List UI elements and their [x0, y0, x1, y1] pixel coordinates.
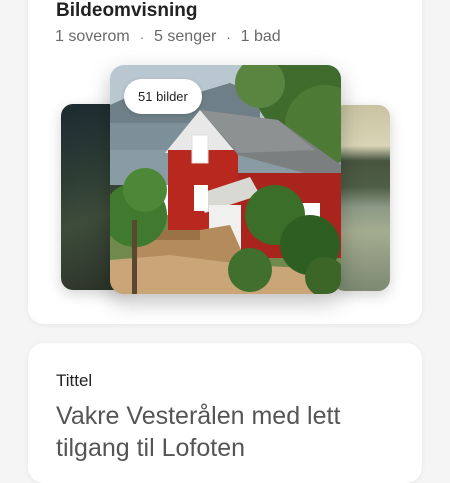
listing-title: Vakre Vesterålen med lett tilgang til Lo… — [56, 402, 341, 462]
photo-tour-heading: Bildeomvisning — [56, 0, 198, 21]
listing-specs: 1 soverom · 5 senger · 1 bad — [55, 28, 281, 46]
photo-count-badge[interactable]: 51 bilder — [124, 79, 202, 114]
baths-spec: 1 bad — [240, 28, 281, 45]
separator-dot: · — [226, 29, 231, 45]
title-label: Tittel — [56, 371, 93, 390]
photo-tour-card[interactable]: Bildeomvisning 1 soverom · 5 senger · 1 … — [28, 0, 422, 324]
bedrooms-spec: 1 soverom — [55, 28, 130, 45]
separator-dot: · — [139, 29, 145, 45]
title-card[interactable]: Tittel Vakre Vesterålen med lett tilgang… — [28, 343, 422, 483]
beds-spec: 5 senger — [154, 28, 217, 45]
stacked-photo-right[interactable] — [333, 105, 390, 291]
